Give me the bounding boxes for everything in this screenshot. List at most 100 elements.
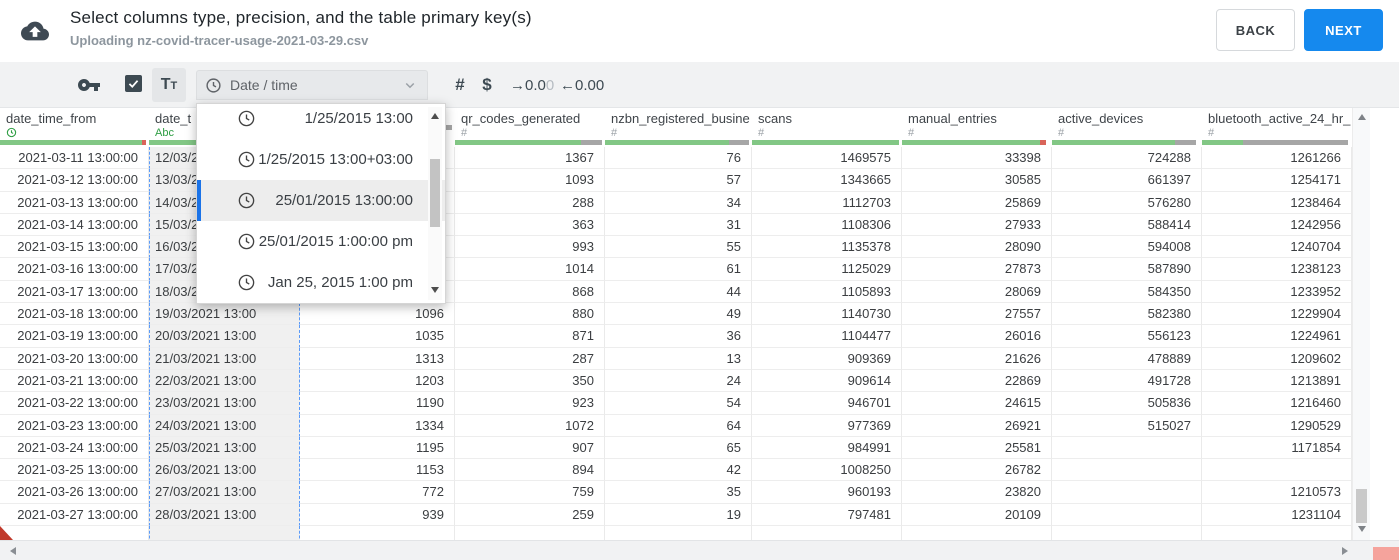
column-header-nzbn_registered_busine[interactable]: nzbn_registered_busine #: [605, 108, 752, 147]
table-cell[interactable]: 909369: [752, 347, 902, 370]
table-cell[interactable]: 2021-03-12 13:00:00: [0, 169, 149, 192]
table-cell[interactable]: 2021-03-22 13:00:00: [0, 392, 149, 415]
table-cell[interactable]: 259: [455, 503, 605, 527]
table-cell[interactable]: [300, 526, 455, 540]
table-cell[interactable]: 582380: [1052, 303, 1202, 326]
table-cell[interactable]: [1052, 503, 1202, 527]
table-cell[interactable]: 1290529: [1202, 414, 1352, 437]
dropdown-scroll-up-arrow[interactable]: [431, 113, 439, 119]
table-cell[interactable]: [752, 526, 902, 540]
table-cell[interactable]: 1313: [300, 347, 455, 370]
vertical-scrollbar-thumb[interactable]: [1356, 489, 1367, 523]
primary-key-button[interactable]: [76, 73, 102, 97]
table-cell[interactable]: 923: [455, 392, 605, 415]
dropdown-scrollbar-thumb[interactable]: [430, 159, 440, 227]
table-cell[interactable]: 25/03/2021 13:00: [149, 436, 300, 460]
table-cell[interactable]: 64: [605, 414, 752, 437]
table-cell[interactable]: 35: [605, 481, 752, 504]
table-cell[interactable]: 587890: [1052, 258, 1202, 281]
table-cell[interactable]: 42: [605, 459, 752, 482]
table-cell[interactable]: 772: [300, 481, 455, 504]
table-cell[interactable]: 759: [455, 481, 605, 504]
table-cell[interactable]: 894: [455, 459, 605, 482]
back-button[interactable]: BACK: [1216, 9, 1295, 51]
table-cell[interactable]: [1052, 481, 1202, 504]
table-cell[interactable]: 1261266: [1202, 147, 1352, 170]
date-format-option[interactable]: Jan 25, 2015 1:00 pm: [197, 262, 445, 303]
table-cell[interactable]: [1052, 526, 1202, 540]
currency-type-button[interactable]: $: [477, 72, 497, 98]
date-format-option[interactable]: 1/25/2015 13:00+03:00: [197, 139, 445, 180]
table-cell[interactable]: 1125029: [752, 258, 902, 281]
table-cell[interactable]: 65: [605, 436, 752, 460]
dropdown-scroll-down-arrow[interactable]: [431, 287, 439, 293]
table-cell[interactable]: 21/03/2021 13:00: [149, 347, 300, 370]
scroll-right-arrow[interactable]: [1342, 547, 1348, 555]
table-cell[interactable]: 2021-03-23 13:00:00: [0, 414, 149, 437]
column-header-scans[interactable]: scans #: [752, 108, 902, 147]
table-cell[interactable]: 27/03/2021 13:00: [149, 481, 300, 504]
table-cell[interactable]: 515027: [1052, 414, 1202, 437]
table-cell[interactable]: 1254171: [1202, 169, 1352, 192]
table-cell[interactable]: 1203: [300, 369, 455, 393]
table-cell[interactable]: 287: [455, 347, 605, 370]
column-header-qr_codes_generated[interactable]: qr_codes_generated #: [455, 108, 605, 147]
table-cell[interactable]: [455, 526, 605, 540]
dropdown-scrollbar[interactable]: [428, 107, 442, 300]
table-cell[interactable]: 939: [300, 503, 455, 527]
table-cell[interactable]: 61: [605, 258, 752, 281]
table-cell[interactable]: 1035: [300, 325, 455, 348]
table-cell[interactable]: 1216460: [1202, 392, 1352, 415]
number-type-button[interactable]: #: [450, 72, 470, 98]
table-cell[interactable]: 1233952: [1202, 280, 1352, 304]
column-type-dropdown[interactable]: Date / time: [196, 70, 428, 100]
table-cell[interactable]: 363: [455, 213, 605, 237]
table-cell[interactable]: 350: [455, 369, 605, 393]
table-cell[interactable]: 27873: [902, 258, 1052, 281]
table-cell[interactable]: 2021-03-18 13:00:00: [0, 303, 149, 326]
table-cell[interactable]: 1190: [300, 392, 455, 415]
table-cell[interactable]: 1104477: [752, 325, 902, 348]
date-format-option[interactable]: 1/25/2015 13:00: [197, 104, 445, 139]
table-cell[interactable]: 2021-03-19 13:00:00: [0, 325, 149, 348]
table-cell[interactable]: 34: [605, 191, 752, 214]
table-cell[interactable]: 1231104: [1202, 503, 1352, 527]
table-cell[interactable]: 2021-03-20 13:00:00: [0, 347, 149, 370]
table-cell[interactable]: 23820: [902, 481, 1052, 504]
table-cell[interactable]: 724288: [1052, 147, 1202, 170]
table-cell[interactable]: 24: [605, 369, 752, 393]
table-cell[interactable]: 22869: [902, 369, 1052, 393]
table-cell[interactable]: 1108306: [752, 213, 902, 237]
table-cell[interactable]: 19: [605, 503, 752, 527]
table-cell[interactable]: 1238123: [1202, 258, 1352, 281]
table-cell[interactable]: 13: [605, 347, 752, 370]
table-cell[interactable]: [1052, 436, 1202, 460]
table-cell[interactable]: [0, 526, 149, 540]
table-cell[interactable]: 49: [605, 303, 752, 326]
include-column-checkbox[interactable]: [125, 75, 142, 92]
table-cell[interactable]: 661397: [1052, 169, 1202, 192]
table-cell[interactable]: 1135378: [752, 236, 902, 259]
table-cell[interactable]: 584350: [1052, 280, 1202, 304]
table-cell[interactable]: 26921: [902, 414, 1052, 437]
table-cell[interactable]: 2021-03-15 13:00:00: [0, 236, 149, 259]
table-cell[interactable]: 20/03/2021 13:00: [149, 325, 300, 348]
scroll-up-arrow[interactable]: [1358, 114, 1366, 120]
table-cell[interactable]: 1224961: [1202, 325, 1352, 348]
table-cell[interactable]: 22/03/2021 13:00: [149, 369, 300, 393]
table-cell[interactable]: 54: [605, 392, 752, 415]
table-cell[interactable]: 797481: [752, 503, 902, 527]
table-cell[interactable]: 1096: [300, 303, 455, 326]
table-cell[interactable]: 2021-03-16 13:00:00: [0, 258, 149, 281]
scroll-down-arrow[interactable]: [1358, 526, 1366, 532]
table-cell[interactable]: 28090: [902, 236, 1052, 259]
table-cell[interactable]: [149, 526, 300, 540]
table-cell[interactable]: 576280: [1052, 191, 1202, 214]
table-cell[interactable]: 478889: [1052, 347, 1202, 370]
table-cell[interactable]: 1072: [455, 414, 605, 437]
table-cell[interactable]: 30585: [902, 169, 1052, 192]
table-cell[interactable]: 2021-03-27 13:00:00: [0, 503, 149, 527]
table-cell[interactable]: 23/03/2021 13:00: [149, 392, 300, 415]
table-cell[interactable]: 2021-03-14 13:00:00: [0, 213, 149, 237]
table-cell[interactable]: 21626: [902, 347, 1052, 370]
